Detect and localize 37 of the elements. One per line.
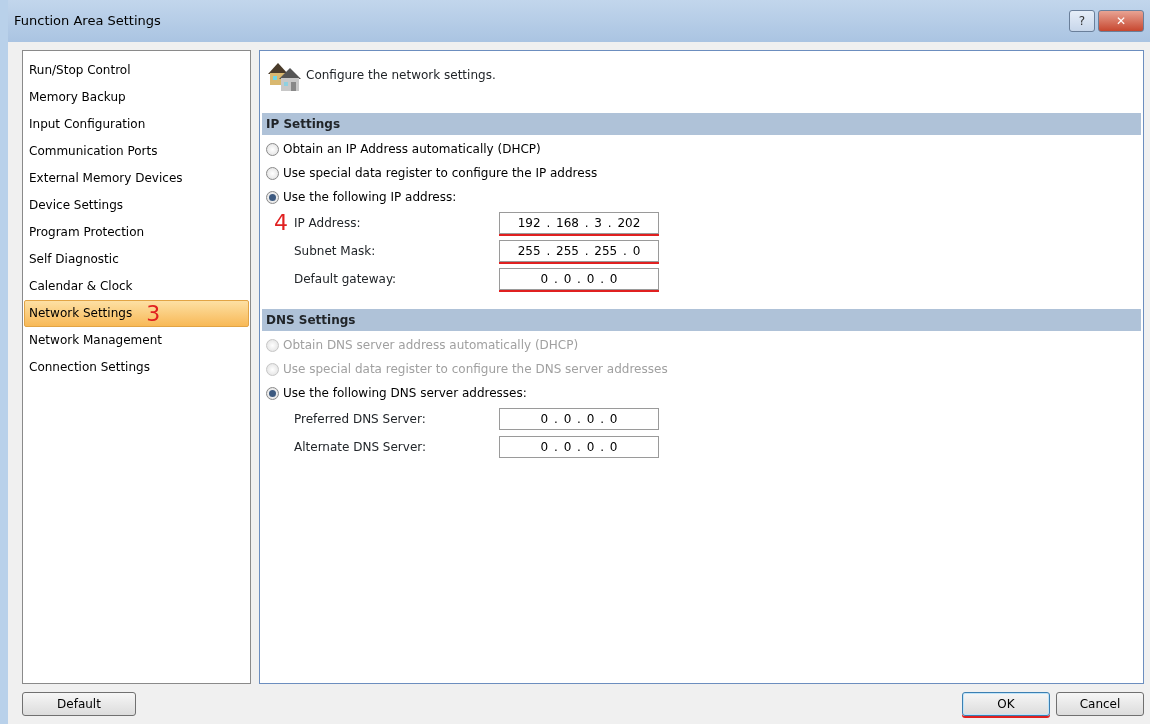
sidebar-item-label: Network Settings	[29, 305, 133, 322]
ip-address-field[interactable]: 192 . 168 . 3 . 202	[499, 212, 659, 234]
radio-option[interactable]: Use special data register to configure the IP address	[262, 161, 1141, 185]
dialog-button[interactable]: Cancel	[1056, 692, 1144, 716]
ip-address-field[interactable]: 255 . 255 . 255 . 0	[499, 240, 659, 262]
annotation-number: 3	[146, 302, 161, 325]
radio-option[interactable]: Obtain an IP Address automatically (DHCP)	[262, 137, 1141, 161]
section-header: DNS Settings	[262, 309, 1141, 331]
sidebar-item[interactable]: Device Settings	[24, 192, 249, 219]
field-label: Subnet Mask:	[294, 243, 377, 260]
field-label: Default gateway:	[294, 271, 398, 288]
radio-option[interactable]: Use the following IP address:	[262, 185, 1141, 209]
sidebar-item[interactable]: Run/Stop Control	[24, 57, 249, 84]
sidebar-item[interactable]: Input Configuration	[24, 111, 249, 138]
sidebar-item[interactable]: External Memory Devices	[24, 165, 249, 192]
radio-option[interactable]: Use the following DNS server addresses:	[262, 381, 1141, 405]
sidebar-item[interactable]: Self Diagnostic	[24, 246, 249, 273]
sidebar-item[interactable]: Connection Settings	[24, 354, 249, 381]
window-title: Function Area Settings	[14, 12, 161, 31]
sidebar-item[interactable]: Program Protection	[24, 219, 249, 246]
annotation-number: 4	[274, 209, 288, 235]
field-label: IP Address:	[294, 215, 362, 232]
field-label: Alternate DNS Server:	[294, 439, 428, 456]
help-button[interactable]: ?	[1069, 10, 1095, 32]
sidebar-item[interactable]: Network Settings 3	[24, 300, 249, 327]
dialog-button[interactable]: Default	[22, 692, 136, 716]
field-label: Preferred DNS Server:	[294, 411, 427, 428]
ip-address-field[interactable]: 0 . 0 . 0 . 0	[499, 268, 659, 290]
sidebar-item[interactable]: Communication Ports	[24, 138, 249, 165]
ip-address-field[interactable]: 0 . 0 . 0 . 0	[499, 436, 659, 458]
sidebar-item[interactable]: Network Management	[24, 327, 249, 354]
ip-address-field[interactable]: 0 . 0 . 0 . 0	[499, 408, 659, 430]
sidebar-item[interactable]: Memory Backup	[24, 84, 249, 111]
dialog-button[interactable]: OK	[962, 692, 1050, 716]
section-header: IP Settings	[262, 113, 1141, 135]
header-text: Configure the network settings.	[306, 67, 496, 84]
sidebar-item[interactable]: Calendar & Clock	[24, 273, 249, 300]
